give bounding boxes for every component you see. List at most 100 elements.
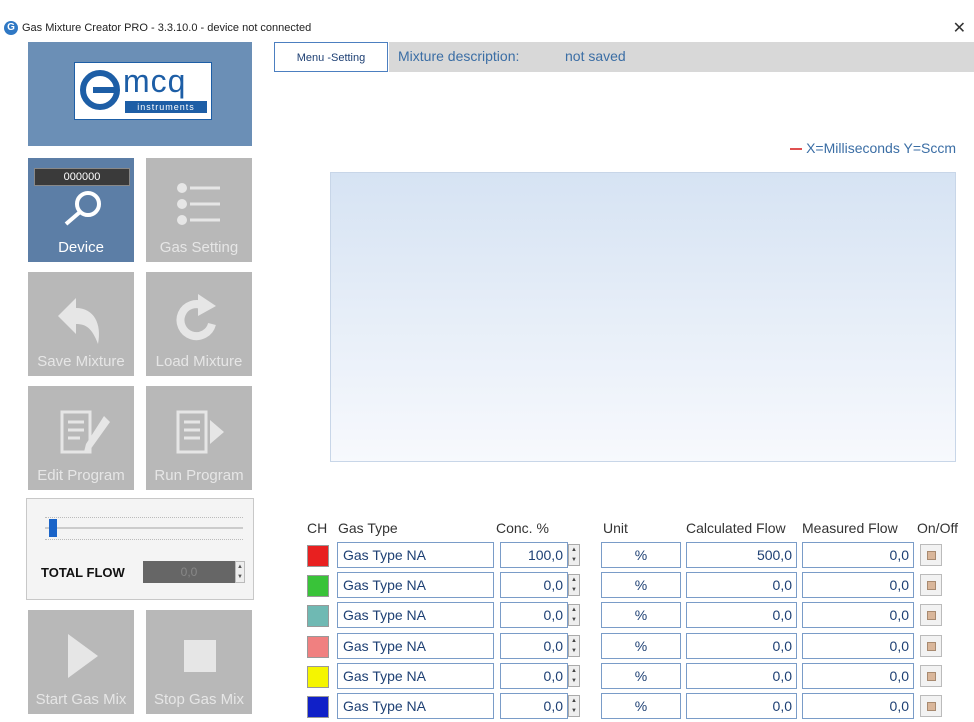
measured-flow-field: 0,0 [802,542,914,568]
on-off-toggle[interactable] [920,574,942,597]
total-flow-spinner[interactable]: ▲ ▼ [235,561,245,583]
measured-flow-field: 0,0 [802,662,914,689]
concentration-spinner[interactable]: ▲ ▼ [568,634,580,657]
legend-line-icon [790,148,803,151]
measured-flow-field: 0,0 [802,693,914,719]
play-icon [68,634,98,678]
channel-color-swatch [307,545,329,567]
gas-setting-label: Gas Setting [159,239,239,256]
calculated-flow-field: 0,0 [686,693,797,719]
measured-flow-field: 0,0 [802,632,914,659]
calculated-flow-field: 0,0 [686,572,797,599]
load-mixture-button[interactable]: Load Mixture [146,272,252,376]
measured-flow-field: 0,0 [802,572,914,599]
concentration-spinner[interactable]: ▲ ▼ [568,574,580,597]
gas-type-field[interactable]: Gas Type NA [337,602,494,629]
stop-icon [184,640,216,672]
run-document-icon [176,410,224,454]
gas-type-field[interactable]: Gas Type NA [337,572,494,599]
start-gas-mix-button[interactable]: Start Gas Mix [28,610,134,714]
channel-color-swatch [307,575,329,598]
concentration-spinner[interactable]: ▲ ▼ [568,544,580,566]
unit-field[interactable]: % [601,542,681,568]
header-on-off: On/Off [917,520,958,536]
unit-field[interactable]: % [601,693,681,719]
channel-color-swatch [307,635,329,658]
stop-gas-mix-label: Stop Gas Mix [153,691,245,708]
window-title: Gas Mixture Creator PRO - 3.3.10.0 - dev… [22,22,312,34]
calculated-flow-field: 500,0 [686,542,797,568]
slider-thumb[interactable] [48,519,57,537]
app-icon: G [4,21,18,35]
close-button[interactable]: ✕ [953,18,966,38]
chart-legend: X=Milliseconds Y=Sccm [790,140,956,156]
logo-subtext: instruments [125,101,207,113]
toggle-indicator-icon [927,551,936,560]
header-calculated-flow: Calculated Flow [686,520,786,536]
stop-gas-mix-button[interactable]: Stop Gas Mix [146,610,252,714]
toggle-indicator-icon [927,671,936,681]
header-gas-type: Gas Type [338,520,398,536]
magnifier-icon [64,191,101,226]
run-program-button[interactable]: Run Program [146,386,252,490]
flow-chart [330,172,956,462]
menu-setting-button[interactable]: Menu -Setting [274,42,388,72]
concentration-spinner[interactable]: ▲ ▼ [568,604,580,627]
channel-color-swatch [307,605,329,628]
unit-field[interactable]: % [601,662,681,689]
slider-ticks-top [45,517,243,520]
legend-text: X=Milliseconds Y=Sccm [806,140,956,156]
undo-arrow-icon [58,298,100,344]
channel-color-swatch [307,696,329,718]
toggle-indicator-icon [927,581,936,591]
header-conc: Conc. % [496,520,549,536]
concentration-field[interactable]: 0,0 [500,693,568,719]
concentration-field[interactable]: 0,0 [500,602,568,629]
calculated-flow-field: 0,0 [686,602,797,629]
logo-text: mcq [123,63,187,99]
total-flow-panel: TOTAL FLOW 0,0 ▲ ▼ [26,498,254,600]
total-flow-value[interactable]: 0,0 [143,561,235,583]
total-flow-slider[interactable] [45,527,243,529]
device-label: Device [58,239,104,256]
toggle-indicator-icon [927,611,936,621]
save-mixture-label: Save Mixture [37,353,125,370]
mixture-description-value: not saved [565,48,626,64]
gas-type-field[interactable]: Gas Type NA [337,632,494,659]
concentration-spinner[interactable]: ▲ ▼ [568,664,580,687]
start-gas-mix-label: Start Gas Mix [35,691,127,708]
concentration-field[interactable]: 0,0 [500,662,568,689]
channel-color-swatch [307,665,329,688]
unit-field[interactable]: % [601,632,681,659]
on-off-toggle[interactable] [920,664,942,687]
device-button[interactable]: 000000 Device [28,158,134,262]
concentration-field[interactable]: 100,0 [500,542,568,568]
header-ch: CH [307,520,328,536]
gas-type-field[interactable]: Gas Type NA [337,693,494,719]
gas-type-field[interactable]: Gas Type NA [337,542,494,568]
mixture-description-label: Mixture description: [398,48,520,64]
on-off-toggle[interactable] [920,604,942,627]
header-measured-flow: Measured Flow [802,520,898,536]
header-unit: Unit [603,520,628,536]
calculated-flow-field: 0,0 [686,662,797,689]
concentration-spinner[interactable]: ▲ ▼ [568,695,580,717]
on-off-toggle[interactable] [920,634,942,657]
on-off-toggle[interactable] [920,544,942,566]
unit-field[interactable]: % [601,572,681,599]
load-mixture-label: Load Mixture [155,353,243,370]
top-margin [0,0,974,18]
gas-setting-button[interactable]: Gas Setting [146,158,252,262]
slider-ticks-bottom [45,539,243,542]
unit-field[interactable]: % [601,602,681,629]
gas-type-field[interactable]: Gas Type NA [337,662,494,689]
title-bar: G Gas Mixture Creator PRO - 3.3.10.0 - d… [0,18,974,40]
concentration-field[interactable]: 0,0 [500,572,568,599]
concentration-field[interactable]: 0,0 [500,632,568,659]
toggle-indicator-icon [927,641,936,651]
edit-program-button[interactable]: Edit Program [28,386,134,490]
run-program-label: Run Program [154,467,244,484]
mixture-description-bar: Mixture description: not saved [389,42,974,72]
save-mixture-button[interactable]: Save Mixture [28,272,134,376]
on-off-toggle[interactable] [920,695,942,717]
